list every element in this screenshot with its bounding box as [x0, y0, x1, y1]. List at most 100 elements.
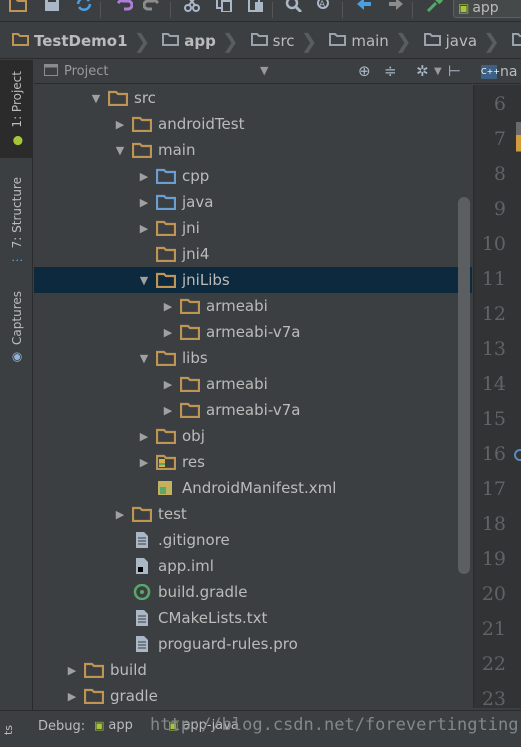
gear-icon[interactable]: ✲: [416, 62, 429, 80]
forward-icon[interactable]: [384, 0, 408, 14]
folder-icon: [156, 220, 176, 236]
folder-icon: [180, 324, 200, 340]
breadcrumb-item[interactable]: TestDemo1 ❯: [0, 23, 150, 58]
breadcrumb-item[interactable]: app ❯: [150, 23, 239, 58]
gear-dropdown-icon[interactable]: ▼: [434, 66, 442, 77]
line-number: 6: [493, 93, 506, 115]
tree-item-label: jni: [182, 219, 200, 237]
breadcrumb-label: TestDemo1: [34, 31, 128, 50]
debug-tab-app[interactable]: ▣ app: [94, 718, 133, 733]
hide-panel-icon[interactable]: ⊢: [448, 62, 461, 80]
collapse-all-icon[interactable]: ≑: [384, 62, 397, 80]
tab-captures[interactable]: ◉ Captures: [0, 288, 33, 368]
tree-item[interactable]: ▶ obj: [34, 423, 472, 449]
tree-item[interactable]: build.gradle: [34, 579, 472, 605]
tree-item[interactable]: ▶ armeabi: [34, 371, 472, 397]
corner-tab-label[interactable]: ts: [2, 725, 15, 735]
debug-tool-bar: ts Debug: ▣ app ▣ app-java http://blog.c…: [0, 710, 521, 747]
find-icon[interactable]: [282, 0, 306, 14]
breadcrumb-item[interactable]: com❯: [500, 23, 521, 58]
folder-icon: [156, 246, 176, 262]
tree-item[interactable]: ▶ armeabi-v7a: [34, 319, 472, 345]
cpp-file-icon: C++: [481, 64, 500, 79]
file-icon: [132, 532, 152, 548]
tree-item[interactable]: ▼ main: [34, 137, 472, 163]
dropdown-caret-icon[interactable]: ▼: [260, 64, 268, 77]
tab-structure[interactable]: ⋮ 7: Structure: [0, 172, 33, 272]
breakpoint-info-icon[interactable]: [514, 449, 521, 461]
breadcrumb-item[interactable]: src ❯: [239, 23, 317, 58]
expand-arrow-right-icon[interactable]: ▶: [136, 170, 152, 183]
copy-icon[interactable]: [212, 0, 236, 14]
line-number: 7: [493, 128, 506, 150]
tab-project[interactable]: ● 1: Project: [0, 60, 33, 158]
tree-item[interactable]: ▼ libs: [34, 345, 472, 371]
expand-arrow-right-icon[interactable]: ▶: [64, 664, 80, 677]
folder-icon: [156, 428, 176, 444]
expand-arrow-down-icon[interactable]: ▼: [136, 274, 152, 287]
folder-source-icon: [156, 194, 176, 210]
redo-icon[interactable]: [140, 0, 164, 14]
expand-arrow-right-icon[interactable]: ▶: [160, 326, 176, 339]
tree-item[interactable]: ▶ armeabi: [34, 293, 472, 319]
tree-item[interactable]: ▼ src: [34, 85, 472, 111]
expand-arrow-right-icon[interactable]: ▶: [160, 404, 176, 417]
tree-scrollbar[interactable]: [458, 197, 470, 574]
editor-tab[interactable]: C++ na: [473, 64, 517, 80]
folder-source-icon: [156, 168, 176, 184]
tree-item[interactable]: ▼ jniLibs: [34, 267, 472, 293]
expand-arrow-right-icon[interactable]: ▶: [64, 690, 80, 703]
line-number: 18: [481, 513, 506, 535]
tree-item[interactable]: proguard-rules.pro: [34, 631, 472, 657]
locate-target-icon[interactable]: ⊕: [358, 62, 371, 80]
tree-item[interactable]: ▶ armeabi-v7a: [34, 397, 472, 423]
expand-arrow-down-icon[interactable]: ▼: [136, 352, 152, 365]
tree-item[interactable]: CMakeLists.txt: [34, 605, 472, 631]
expand-arrow-right-icon[interactable]: ▶: [112, 118, 128, 131]
line-number: 15: [481, 408, 506, 430]
build-hammer-icon[interactable]: [422, 0, 446, 14]
line-number: 20: [481, 583, 506, 605]
svg-text:A: A: [319, 0, 326, 10]
tree-item[interactable]: ▶ gradle: [34, 683, 472, 708]
expand-arrow-right-icon[interactable]: ▶: [136, 430, 152, 443]
back-icon[interactable]: [352, 0, 376, 14]
project-view-select[interactable]: Project: [44, 63, 108, 80]
tree-item[interactable]: ▶ res: [34, 449, 472, 475]
expand-arrow-right-icon[interactable]: ▶: [160, 300, 176, 313]
breadcrumb-item[interactable]: main ❯: [317, 23, 412, 58]
tree-item[interactable]: ▶ cpp: [34, 163, 472, 189]
project-view-icon: [44, 63, 58, 80]
expand-arrow-right-icon[interactable]: ▶: [160, 378, 176, 391]
tree-item[interactable]: ▶ test: [34, 501, 472, 527]
tree-item[interactable]: ▶ build: [34, 657, 472, 683]
tree-item[interactable]: ▶ jni: [34, 215, 472, 241]
cut-icon[interactable]: [180, 0, 204, 14]
tree-item[interactable]: jni4: [34, 241, 472, 267]
expand-arrow-down-icon[interactable]: ▼: [88, 92, 104, 105]
expand-arrow-right-icon[interactable]: ▶: [136, 222, 152, 235]
tree-item[interactable]: ▶ java: [34, 189, 472, 215]
paste-icon[interactable]: [244, 0, 268, 14]
expand-arrow-right-icon[interactable]: ▶: [136, 456, 152, 469]
run-config-select[interactable]: ▣ app: [453, 0, 521, 18]
breadcrumb-item[interactable]: java ❯: [412, 23, 500, 58]
expand-arrow-right-icon[interactable]: ▶: [136, 196, 152, 209]
tree-item[interactable]: AndroidManifest.xml: [34, 475, 472, 501]
captures-icon: ◉: [9, 350, 24, 365]
undo-icon[interactable]: [112, 0, 136, 14]
tree-item[interactable]: app.iml: [34, 553, 472, 579]
sync-icon[interactable]: [72, 0, 96, 14]
expand-arrow-down-icon[interactable]: ▼: [112, 144, 128, 157]
replace-icon[interactable]: A: [312, 0, 336, 14]
expand-arrow-right-icon[interactable]: ▶: [112, 508, 128, 521]
folder-icon: [180, 402, 200, 418]
tree-item-label: gradle: [110, 687, 158, 705]
navigation-breadcrumb: TestDemo1❯app❯src❯main❯java❯com❯e❯: [0, 23, 521, 59]
save-icon[interactable]: [40, 0, 64, 14]
watermark-text: http://blog.csdn.net/forevertingting: [150, 715, 519, 735]
tree-item[interactable]: ▶ androidTest: [34, 111, 472, 137]
open-folder-icon[interactable]: [6, 0, 30, 14]
line-number: 22: [481, 653, 506, 675]
tree-item[interactable]: .gitignore: [34, 527, 472, 553]
